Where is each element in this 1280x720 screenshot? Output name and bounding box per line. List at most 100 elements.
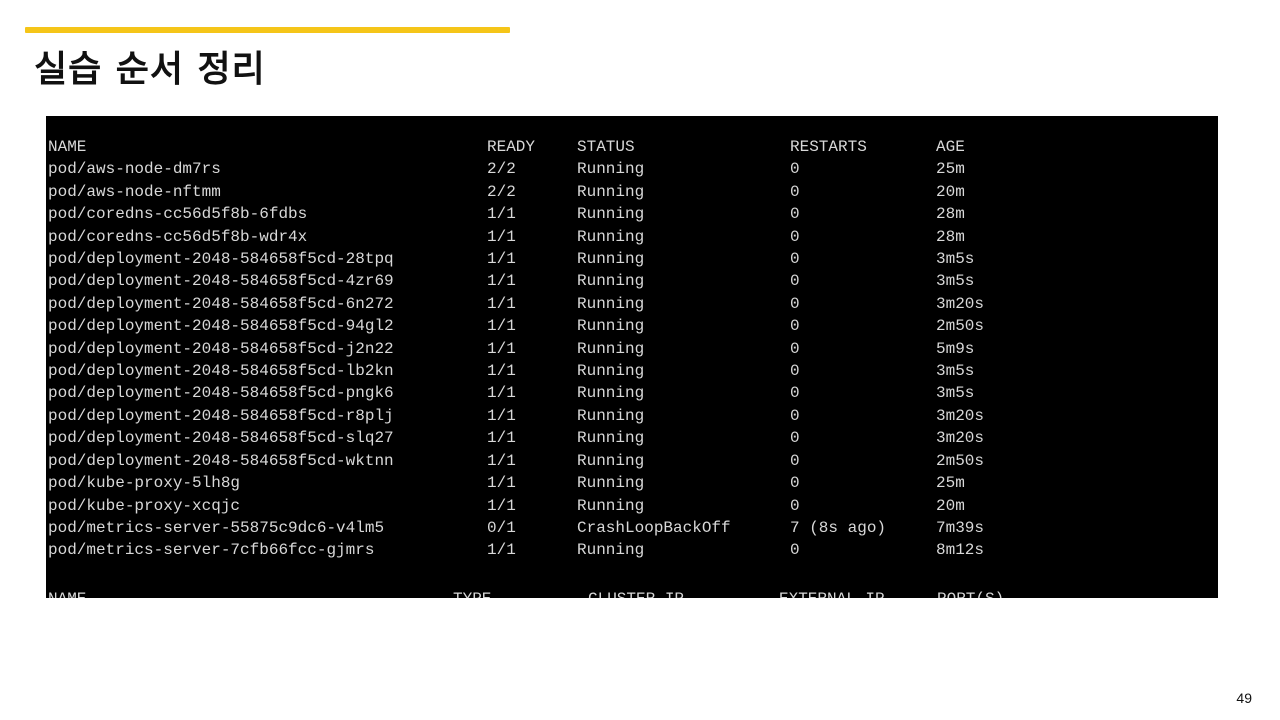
title-accent-bar [25, 27, 510, 33]
terminal-screenshot: NAME READY STATUS RESTARTS AGE pod/aws-n… [46, 116, 1218, 598]
cell-restarts: 0 [790, 339, 800, 358]
cell-ready: 1/1 [487, 474, 516, 493]
cell-age: 20m [936, 496, 965, 515]
table-row: pod/kube-proxy-5lh8g 1/1 Running 0 25m [48, 472, 1056, 494]
cell-restarts: 0 [790, 406, 800, 425]
services-header-row: NAME TYPE CLUSTER-IP EXTERNAL-IP PORT(S) [48, 588, 1004, 598]
cell-name: pod/deployment-2048-584658f5cd-j2n22 [48, 339, 394, 358]
cell-age: 2m50s [936, 317, 985, 336]
table-row: pod/metrics-server-55875c9dc6-v4lm5 0/1 Cr… [48, 517, 1056, 539]
cell-ready: 1/1 [487, 451, 516, 470]
table-row: pod/metrics-server-7cfb66fcc-gjmrs 1/1 Run… [48, 539, 1056, 561]
cell-age: 3m5s [936, 272, 975, 291]
cell-ready: 1/1 [487, 250, 516, 269]
cell-status: Running [577, 451, 645, 470]
cell-name: pod/aws-node-dm7rs [48, 160, 221, 179]
table-row: pod/deployment-2048-584658f5cd-6n272 1/1 R… [48, 293, 1056, 315]
cell-restarts: 0 [790, 496, 800, 515]
cell-age: 8m12s [936, 541, 985, 560]
cell-ready: 1/1 [487, 384, 516, 403]
cell-age: 28m [936, 205, 965, 224]
cell-name: pod/deployment-2048-584658f5cd-pngk6 [48, 384, 394, 403]
cell-restarts: 0 [790, 160, 800, 179]
pods-table-body: pod/aws-node-dm7rs 2/2 Running 0 25m pod/aws-… [48, 158, 1056, 561]
cell-ready: 1/1 [487, 429, 516, 448]
cell-status: Running [577, 496, 645, 515]
pods-table-header-row: NAME READY STATUS RESTARTS AGE [48, 136, 1056, 158]
table-row: pod/aws-node-nftmm 2/2 Running 0 20m [48, 181, 1056, 203]
cell-ready: 1/1 [487, 205, 516, 224]
cell-restarts: 7 (8s ago) [790, 518, 887, 537]
cell-age: 25m [936, 160, 965, 179]
cell-status: Running [577, 339, 645, 358]
cell-age: 3m20s [936, 406, 985, 425]
cell-status: Running [577, 227, 645, 246]
cell-ready: 1/1 [487, 496, 516, 515]
cell-restarts: 0 [790, 451, 800, 470]
cell-restarts: 0 [790, 317, 800, 336]
cell-ready: 1/1 [487, 227, 516, 246]
cell-name: pod/deployment-2048-584658f5cd-r8plj [48, 406, 394, 425]
cell-name: pod/metrics-server-55875c9dc6-v4lm5 [48, 518, 385, 537]
cell-status: Running [577, 160, 645, 179]
cell-age: 3m5s [936, 362, 975, 381]
table-row: pod/deployment-2048-584658f5cd-wktnn 1/1 R… [48, 450, 1056, 472]
cell-ready: 1/1 [487, 294, 516, 313]
cell-ready: 1/1 [487, 362, 516, 381]
cell-age: 25m [936, 474, 965, 493]
cell-restarts: 0 [790, 205, 800, 224]
svc-column-header-name: NAME [48, 588, 86, 598]
pods-table: NAME READY STATUS RESTARTS AGE pod/aws-n… [48, 136, 1056, 562]
table-row: pod/deployment-2048-584658f5cd-slq27 1/1 R… [48, 427, 1056, 449]
svc-column-header-cluster-ip: CLUSTER-IP [588, 588, 684, 598]
cell-age: 20m [936, 182, 965, 201]
page-number: 49 [1236, 690, 1252, 706]
cell-status: Running [577, 541, 645, 560]
cell-ready: 1/1 [487, 272, 516, 291]
column-header-status: STATUS [577, 138, 635, 156]
svc-column-header-type: TYPE [453, 588, 491, 598]
cell-age: 7m39s [936, 518, 985, 537]
cell-name: pod/metrics-server-7cfb66fcc-gjmrs [48, 541, 375, 560]
cell-restarts: 0 [790, 294, 800, 313]
table-row: pod/deployment-2048-584658f5cd-4zr69 1/1 R… [48, 270, 1056, 292]
cell-name: pod/kube-proxy-xcqjc [48, 496, 241, 515]
cell-ready: 1/1 [487, 339, 516, 358]
cell-restarts: 0 [790, 474, 800, 493]
table-row: pod/kube-proxy-xcqjc 1/1 Running 0 20m [48, 495, 1056, 517]
cell-restarts: 0 [790, 429, 800, 448]
cell-ready: 1/1 [487, 541, 516, 560]
cell-restarts: 0 [790, 272, 800, 291]
cell-name: pod/kube-proxy-5lh8g [48, 474, 241, 493]
cell-restarts: 0 [790, 250, 800, 269]
cell-age: 5m9s [936, 339, 975, 358]
cell-status: Running [577, 362, 645, 381]
column-header-name: NAME [48, 138, 87, 156]
cell-status: CrashLoopBackOff [577, 518, 731, 537]
table-row: pod/aws-node-dm7rs 2/2 Running 0 25m [48, 158, 1056, 180]
cell-ready: 0/1 [487, 518, 516, 537]
cell-name: pod/deployment-2048-584658f5cd-4zr69 [48, 272, 394, 291]
cell-ready: 2/2 [487, 182, 516, 201]
cell-status: Running [577, 317, 645, 336]
table-row: pod/deployment-2048-584658f5cd-pngk6 1/1 R… [48, 382, 1056, 404]
cell-name: pod/deployment-2048-584658f5cd-94gl2 [48, 317, 394, 336]
cell-name: pod/deployment-2048-584658f5cd-wktnn [48, 451, 394, 470]
cell-age: 3m20s [936, 429, 985, 448]
table-row: pod/deployment-2048-584658f5cd-94gl2 1/1 R… [48, 315, 1056, 337]
cell-status: Running [577, 406, 645, 425]
cell-status: Running [577, 384, 645, 403]
cell-name: pod/deployment-2048-584658f5cd-lb2kn [48, 362, 394, 381]
cell-name: pod/deployment-2048-584658f5cd-6n272 [48, 294, 394, 313]
slide-title: 실습 순서 정리 [34, 49, 266, 90]
column-header-age: AGE [936, 138, 965, 156]
cell-age: 28m [936, 227, 965, 246]
table-row: pod/deployment-2048-584658f5cd-r8plj 1/1 R… [48, 405, 1056, 427]
cell-name: pod/deployment-2048-584658f5cd-slq27 [48, 429, 394, 448]
cell-status: Running [577, 474, 645, 493]
table-row: pod/coredns-cc56d5f8b-6fdbs 1/1 Running 0 28… [48, 203, 1056, 225]
column-header-ready: READY [487, 138, 536, 156]
cell-restarts: 0 [790, 362, 800, 381]
cell-age: 3m20s [936, 294, 985, 313]
cell-restarts: 0 [790, 384, 800, 403]
